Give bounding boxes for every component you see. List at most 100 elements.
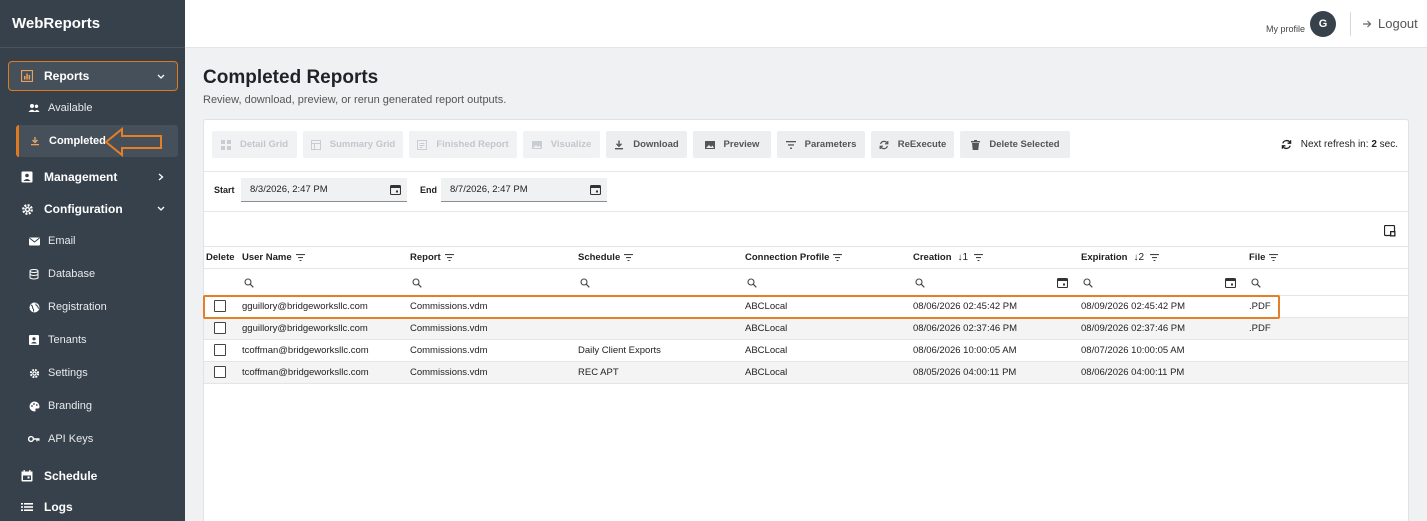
chevron-down-icon <box>155 203 167 215</box>
cell-user-name: gguillory@bridgeworksllc.com <box>242 323 368 334</box>
column-header-report[interactable]: Report <box>410 252 454 263</box>
filter-icon[interactable] <box>295 254 305 261</box>
sidebar-item-label: Settings <box>48 367 88 379</box>
calendar-icon[interactable] <box>590 184 601 195</box>
logout-button[interactable]: Logout <box>1362 16 1418 31</box>
sidebar-divider <box>0 47 185 48</box>
sidebar-item-logs[interactable]: Logs <box>0 492 185 521</box>
table-row[interactable]: gguillory@bridgeworksllc.com Commissions… <box>204 296 1408 318</box>
cell-file[interactable]: .PDF <box>1249 301 1271 312</box>
filter-icon[interactable] <box>1150 254 1160 261</box>
cell-file[interactable]: .PDF <box>1249 323 1271 334</box>
calendar-icon <box>20 469 34 483</box>
cell-schedule: Daily Client Exports <box>578 345 661 356</box>
sidebar-item-branding[interactable]: Branding <box>0 391 185 421</box>
sidebar-item-management[interactable]: Management <box>0 162 185 192</box>
sidebar-item-label: Registration <box>48 301 107 313</box>
refresh-icon <box>879 140 889 150</box>
filter-icon[interactable] <box>624 254 634 261</box>
finished-report-button[interactable]: Finished Report <box>409 131 517 158</box>
sidebar-item-settings[interactable]: Settings <box>0 358 185 388</box>
delete-checkbox[interactable] <box>214 322 226 334</box>
image-icon <box>531 140 542 150</box>
detail-grid-button[interactable]: Detail Grid <box>212 131 297 158</box>
column-chooser-icon[interactable] <box>1384 225 1396 237</box>
column-header-creation[interactable]: Creation ↓1 <box>913 252 984 263</box>
filter-icon[interactable] <box>833 254 843 261</box>
sidebar-item-tenants[interactable]: Tenants <box>0 325 185 355</box>
cell-expiration: 08/06/2026 04:00:11 PM <box>1081 367 1185 378</box>
cell-user-name: gguillory@bridgeworksllc.com <box>242 301 368 312</box>
delete-checkbox[interactable] <box>214 366 226 378</box>
annotation-arrow <box>104 126 164 162</box>
cell-connection-profile: ABCLocal <box>745 301 788 312</box>
calendar-icon[interactable] <box>1225 277 1236 288</box>
column-header-file[interactable]: File <box>1249 252 1279 263</box>
delete-selected-button[interactable]: Delete Selected <box>960 131 1070 158</box>
sidebar-item-label: Management <box>44 170 118 184</box>
table-row[interactable]: gguillory@bridgeworksllc.com Commissions… <box>204 318 1408 340</box>
column-header-schedule[interactable]: Schedule <box>578 252 634 263</box>
cell-creation: 08/05/2026 04:00:11 PM <box>913 367 1017 378</box>
filter-icon[interactable] <box>1269 254 1279 261</box>
page-subtitle: Review, download, preview, or rerun gene… <box>203 94 507 106</box>
sort-indicator: ↓2 <box>1133 252 1145 263</box>
table-row[interactable]: tcoffman@bridgeworksllc.com Commissions.… <box>204 340 1408 362</box>
delete-checkbox[interactable] <box>214 344 226 356</box>
avatar[interactable]: G <box>1310 11 1336 37</box>
sidebar-item-schedule[interactable]: Schedule <box>0 461 185 491</box>
logout-label: Logout <box>1378 16 1418 31</box>
search-icon[interactable] <box>412 278 422 288</box>
cell-connection-profile: ABCLocal <box>745 345 788 356</box>
preview-button[interactable]: Preview <box>693 131 771 158</box>
sidebar-item-label: Available <box>48 102 93 114</box>
cell-creation: 08/06/2026 02:37:46 PM <box>913 323 1018 334</box>
sidebar-item-configuration[interactable]: Configuration <box>0 194 185 224</box>
start-date-field[interactable]: 8/3/2026, 2:47 PM <box>241 178 407 202</box>
sidebar-item-label: Email <box>48 235 76 247</box>
column-header-expiration[interactable]: Expiration ↓2 <box>1081 252 1160 263</box>
visualize-button[interactable]: Visualize <box>523 131 600 158</box>
search-icon[interactable] <box>580 278 590 288</box>
sync-icon[interactable] <box>1281 139 1292 150</box>
filter-icon <box>785 140 796 150</box>
delete-checkbox[interactable] <box>214 300 226 312</box>
refresh-count: 2 <box>1371 139 1377 150</box>
cell-expiration: 08/07/2026 10:00:05 AM <box>1081 345 1185 356</box>
sidebar-item-database[interactable]: Database <box>0 259 185 289</box>
table-row[interactable]: tcoffman@bridgeworksllc.com Commissions.… <box>204 362 1408 384</box>
sidebar-item-label: Database <box>48 268 96 280</box>
end-date-field[interactable]: 8/7/2026, 2:47 PM <box>441 178 607 202</box>
search-icon[interactable] <box>747 278 757 288</box>
sidebar-item-label: Logs <box>44 500 73 514</box>
app-title: WebReports <box>12 15 101 32</box>
filter-icon[interactable] <box>974 254 984 261</box>
grid-icon <box>220 139 231 150</box>
cell-report: Commissions.vdm <box>410 345 488 356</box>
calendar-icon[interactable] <box>390 184 401 195</box>
search-icon[interactable] <box>1083 278 1093 288</box>
sidebar-item-email[interactable]: Email <box>0 226 185 256</box>
sidebar-item-api-keys[interactable]: API Keys <box>0 424 185 454</box>
sidebar-item-registration[interactable]: Registration <box>0 292 185 322</box>
palette-icon <box>28 400 40 412</box>
parameters-button[interactable]: Parameters <box>777 131 865 158</box>
cell-expiration: 08/09/2026 02:37:46 PM <box>1081 323 1186 334</box>
cell-connection-profile: ABCLocal <box>745 367 788 378</box>
download-button[interactable]: Download <box>606 131 687 158</box>
sidebar-item-available[interactable]: Available <box>0 93 185 123</box>
column-header-user-name[interactable]: User Name <box>242 252 305 263</box>
search-icon[interactable] <box>1251 278 1261 288</box>
sidebar-item-reports[interactable]: Reports <box>8 61 178 91</box>
chevron-down-icon <box>155 71 167 83</box>
calendar-icon[interactable] <box>1057 277 1068 288</box>
sidebar-item-label: Tenants <box>48 334 87 346</box>
column-header-connection-profile[interactable]: Connection Profile <box>745 252 843 263</box>
search-icon[interactable] <box>915 278 925 288</box>
refresh-suffix: sec. <box>1379 139 1398 150</box>
summary-grid-button[interactable]: Summary Grid <box>303 131 403 158</box>
reexecute-button[interactable]: ReExecute <box>871 131 954 158</box>
filter-icon[interactable] <box>444 254 454 261</box>
search-icon[interactable] <box>244 278 254 288</box>
my-profile-link[interactable]: My profile <box>1266 24 1305 34</box>
